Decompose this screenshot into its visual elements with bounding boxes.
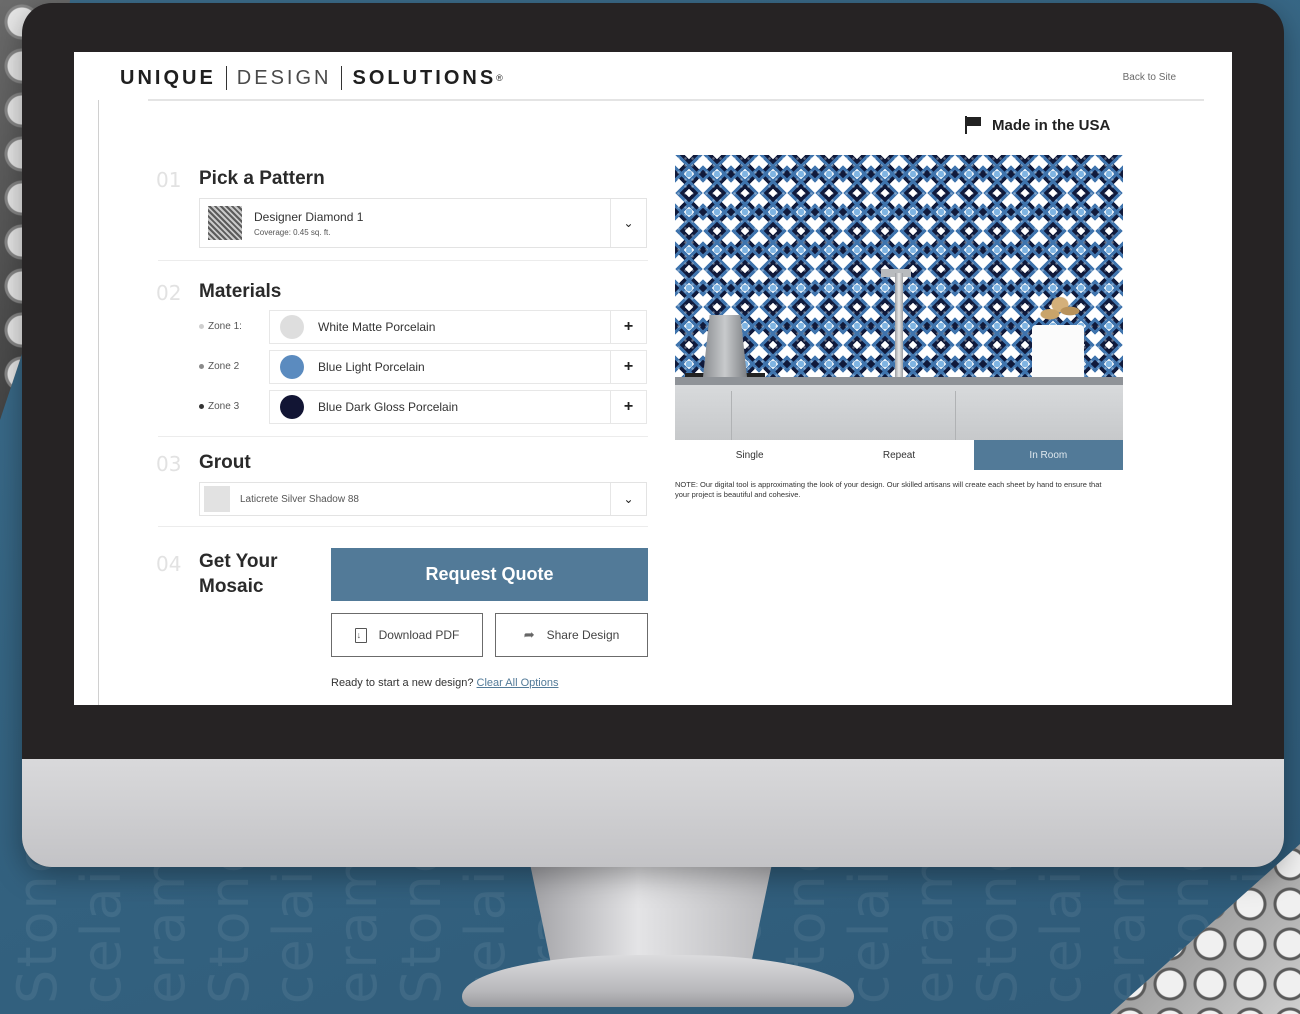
- pattern-select[interactable]: Designer Diamond 1 Coverage: 0.45 sq. ft…: [199, 198, 647, 248]
- step-title-grout: Grout: [199, 452, 251, 473]
- faucet-icon: [895, 273, 903, 377]
- download-pdf-button[interactable]: Download PDF: [331, 613, 483, 657]
- step-divider: [158, 436, 648, 437]
- chevron-down-icon[interactable]: ⌄: [610, 483, 646, 515]
- zone-label: Zone 1:: [199, 321, 242, 332]
- zone-dot: [199, 324, 204, 329]
- screen: UNIQUE DESIGN SOLUTIONS ® Back to Site Ma…: [74, 52, 1232, 705]
- step-title-pattern: Pick a Pattern: [199, 168, 325, 189]
- grout-select[interactable]: Laticrete Silver Shadow 88 ⌄: [199, 482, 647, 516]
- utensils-image: [1035, 295, 1085, 327]
- step-title-line: Get Your: [199, 551, 278, 572]
- request-quote-button[interactable]: Request Quote: [331, 548, 648, 601]
- pattern-coverage: Coverage: 0.45 sq. ft.: [254, 227, 331, 237]
- step-title-line: Mosaic: [199, 576, 264, 597]
- utensil-crock-image: [1032, 325, 1084, 385]
- left-border-line: [98, 100, 99, 705]
- reset-prompt-text: Ready to start a new design?: [331, 677, 474, 689]
- zone-label-text: Zone 3: [208, 401, 240, 412]
- brand-word-unique: UNIQUE: [120, 66, 216, 89]
- material-swatch: [280, 315, 304, 339]
- zone-dot: [199, 404, 204, 409]
- brand-word-design: DESIGN: [236, 66, 332, 89]
- zone-material-select[interactable]: Blue Light Porcelain +: [269, 350, 647, 384]
- step-divider: [158, 526, 648, 527]
- grout-swatch: [204, 486, 230, 512]
- step-number-01: 01: [156, 168, 182, 192]
- cabinet-seam: [731, 391, 732, 441]
- design-preview-image: [675, 155, 1123, 442]
- made-in-usa-text: Made in the USA: [992, 116, 1111, 134]
- pattern-info: Designer Diamond 1 Coverage: 0.45 sq. ft…: [254, 210, 363, 237]
- zone-material-select[interactable]: White Matte Porcelain +: [269, 310, 647, 344]
- pattern-thumbnail: [208, 206, 242, 240]
- made-in-usa-badge: Made in the USA: [964, 116, 1110, 134]
- brand-divider: [225, 66, 227, 90]
- zone-row-1: Zone 1: White Matte Porcelain +: [199, 310, 647, 344]
- preview-note: NOTE: Our digital tool is approximating …: [675, 480, 1102, 499]
- monitor-chin: [22, 759, 1284, 867]
- zone-label: Zone 2: [199, 361, 239, 372]
- zone-row-3: Zone 3 Blue Dark Gloss Porcelain +: [199, 390, 647, 424]
- clear-all-options-link[interactable]: Clear All Options: [477, 677, 559, 689]
- step-title-materials: Materials: [199, 281, 282, 302]
- zone-label: Zone 3: [199, 401, 239, 412]
- cabinet-front: [675, 385, 1123, 442]
- material-swatch: [280, 355, 304, 379]
- tab-single[interactable]: Single: [675, 440, 825, 470]
- zone-material-select[interactable]: Blue Dark Gloss Porcelain +: [269, 390, 647, 424]
- registered-mark: ®: [496, 73, 503, 83]
- step-divider: [158, 260, 648, 261]
- step-number-04: 04: [156, 552, 182, 576]
- share-design-button[interactable]: ➦ Share Design: [495, 613, 648, 657]
- zone-material-name: Blue Light Porcelain: [318, 360, 425, 374]
- step-number-02: 02: [156, 281, 182, 305]
- material-swatch: [280, 395, 304, 419]
- download-file-icon: [354, 627, 367, 643]
- reset-prompt: Ready to start a new design? Clear All O…: [331, 677, 558, 689]
- download-pdf-label: Download PDF: [378, 628, 460, 642]
- step-number-03: 03: [156, 452, 182, 476]
- kettle-image: [703, 315, 747, 377]
- brand-word-solutions: SOLUTIONS: [352, 66, 497, 89]
- monitor-stand-neck: [530, 866, 772, 966]
- cabinet-seam: [955, 391, 956, 441]
- zone-row-2: Zone 2 Blue Light Porcelain +: [199, 350, 647, 384]
- tab-repeat[interactable]: Repeat: [824, 440, 974, 470]
- back-to-site-link[interactable]: Back to Site: [1123, 72, 1176, 83]
- share-design-label: Share Design: [546, 628, 620, 642]
- plus-icon[interactable]: +: [610, 351, 646, 383]
- zone-material-name: White Matte Porcelain: [318, 320, 436, 334]
- plus-icon[interactable]: +: [610, 391, 646, 423]
- brand-logo[interactable]: UNIQUE DESIGN SOLUTIONS ®: [120, 66, 503, 90]
- share-icon: ➦: [523, 627, 535, 642]
- grout-name: Laticrete Silver Shadow 88: [240, 493, 359, 505]
- zone-material-name: Blue Dark Gloss Porcelain: [318, 400, 459, 414]
- header-divider: [148, 99, 1204, 101]
- plus-icon[interactable]: +: [610, 311, 646, 343]
- brand-divider: [341, 66, 343, 90]
- zone-label-text: Zone 1:: [208, 321, 242, 332]
- zone-label-text: Zone 2: [208, 361, 240, 372]
- zone-dot: [199, 364, 204, 369]
- pattern-name: Designer Diamond 1: [254, 209, 364, 224]
- step-title-get-mosaic: Get Your Mosaic: [199, 549, 277, 599]
- tab-in-room[interactable]: In Room: [973, 440, 1123, 470]
- flag-icon: [964, 116, 984, 134]
- chevron-down-icon[interactable]: ⌄: [610, 199, 646, 247]
- preview-view-tabs: Single Repeat In Room: [675, 440, 1123, 470]
